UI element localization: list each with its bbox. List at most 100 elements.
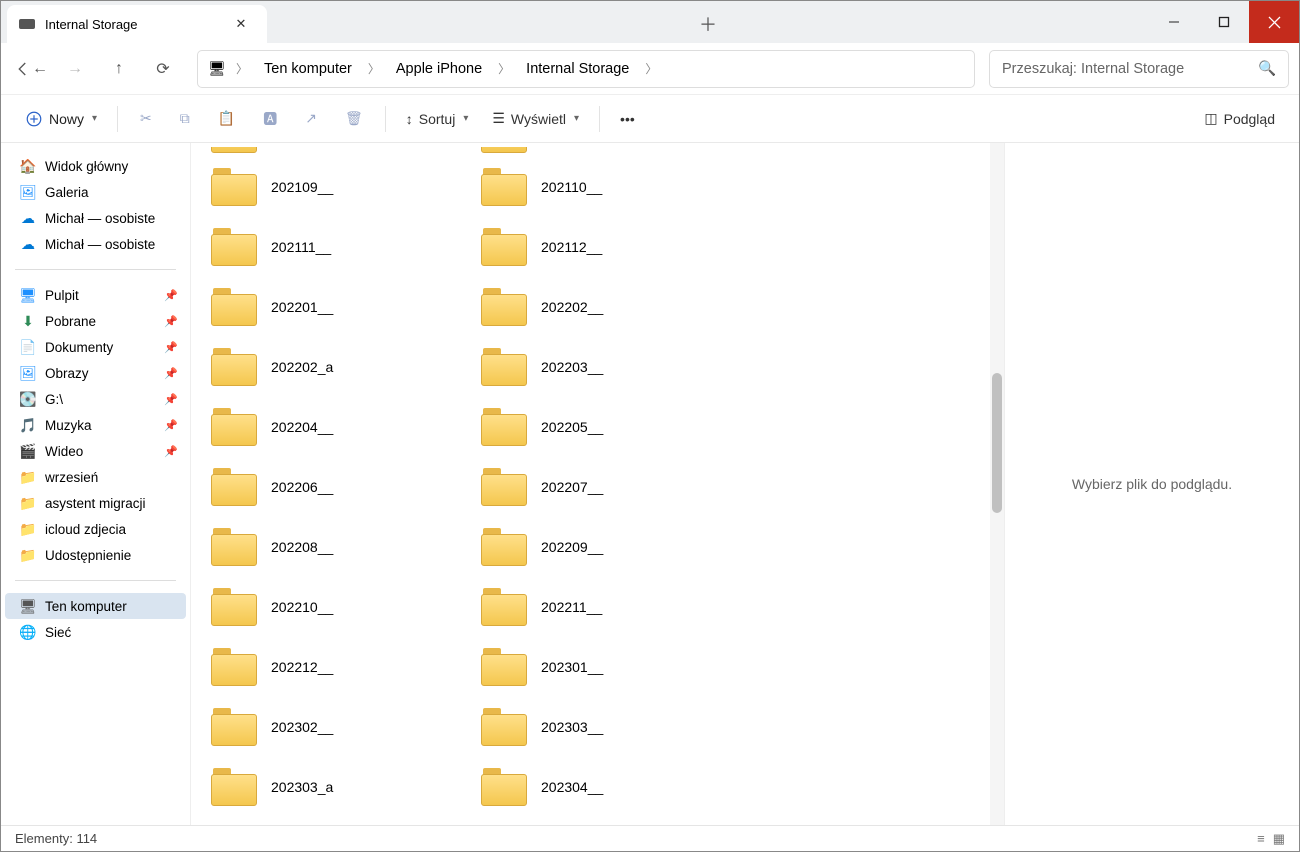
close-tab-icon[interactable]: ✕ <box>227 10 255 38</box>
maximize-button[interactable] <box>1199 1 1249 43</box>
folder-name: 202212__ <box>271 659 333 675</box>
nav-bar: ← → ↑ ⟳ 🖥 〉 Ten komputer 〉 Apple iPhone … <box>1 43 1299 95</box>
pin-icon: 📌 <box>164 315 178 328</box>
app-icon <box>19 19 35 29</box>
folder-icon <box>211 288 257 326</box>
breadcrumb-item[interactable]: Internal Storage <box>520 59 635 79</box>
thumbnails-view-button[interactable]: ▦ <box>1273 831 1285 847</box>
folder-item[interactable]: 202212__ <box>211 637 481 697</box>
more-button[interactable]: ••• <box>610 107 645 131</box>
sidebar-item-micha-osobiste[interactable]: ☁Michał — osobiste <box>5 205 186 231</box>
status-bar: Elementy: 114 ≡ ▦ <box>1 825 1299 851</box>
sidebar-item-wideo[interactable]: 🎬Wideo📌 <box>5 438 186 464</box>
folder-name: 202202_a <box>271 359 333 375</box>
folder-item[interactable]: 202303__ <box>481 697 751 757</box>
rename-button[interactable]: 🅰 <box>251 105 289 133</box>
folder-item[interactable]: 202207__ <box>481 457 751 517</box>
folder-item[interactable]: 202201__ <box>211 277 481 337</box>
folder-item[interactable]: 202111__ <box>211 217 481 277</box>
folder-item[interactable]: 202211__ <box>481 577 751 637</box>
delete-button[interactable]: 🗑 <box>333 106 375 131</box>
doc-icon: 📄 <box>19 338 37 356</box>
chevron-right-icon[interactable]: 〉 <box>362 60 386 77</box>
sidebar-item-pobrane[interactable]: ⬇Pobrane📌 <box>5 308 186 334</box>
chevron-right-icon[interactable]: 〉 <box>230 60 254 77</box>
forward-button[interactable]: → <box>55 51 95 87</box>
minimize-button[interactable] <box>1149 1 1199 43</box>
chevron-down-icon: ▾ <box>463 113 468 124</box>
copy-button[interactable]: ⧉ <box>168 106 202 131</box>
sidebar-item-udost-pnienie[interactable]: 📁Udostępnienie <box>5 542 186 568</box>
address-bar[interactable]: 🖥 〉 Ten komputer 〉 Apple iPhone 〉 Intern… <box>197 50 975 88</box>
folder-item[interactable]: 202304__ <box>481 757 751 817</box>
scrollbar[interactable] <box>990 143 1004 825</box>
sidebar-item-icloud-zdjecia[interactable]: 📁 icloud zdjecia <box>5 516 186 542</box>
cut-button[interactable]: ✂ <box>128 106 164 131</box>
search-input[interactable]: Przeszukaj: Internal Storage 🔍 <box>989 50 1289 88</box>
sidebar-item-ten-komputer[interactable]: 🖥Ten komputer <box>5 593 186 619</box>
folder-item[interactable]: 202206__ <box>211 457 481 517</box>
folder-icon <box>211 768 257 806</box>
folder-item[interactable]: 202203__ <box>481 337 751 397</box>
preview-icon: ◫ <box>1204 110 1217 127</box>
paste-button[interactable]: 📋 <box>206 106 247 131</box>
chevron-right-icon[interactable]: 〉 <box>639 60 663 77</box>
folder-item[interactable]: 202303_a <box>211 757 481 817</box>
breadcrumb-item[interactable]: Ten komputer <box>258 59 358 79</box>
back-button[interactable]: ← <box>11 51 51 87</box>
folder-item[interactable]: 202301__ <box>481 637 751 697</box>
sidebar-item-obrazy[interactable]: 🖼Obrazy📌 <box>5 360 186 386</box>
preview-toggle-button[interactable]: ◫ Podgląd <box>1194 106 1285 131</box>
new-button[interactable]: Nowy ▾ <box>15 106 107 132</box>
folder-icon <box>481 408 527 446</box>
pin-icon: 📌 <box>164 341 178 354</box>
sidebar-item-muzyka[interactable]: 🎵Muzyka📌 <box>5 412 186 438</box>
sidebar-item-pulpit[interactable]: 🖥Pulpit📌 <box>5 282 186 308</box>
folder-item[interactable]: 202209__ <box>481 517 751 577</box>
sidebar-item-asystent-migracji[interactable]: 📁asystent migracji <box>5 490 186 516</box>
folder-name: 202109__ <box>271 179 333 195</box>
close-window-button[interactable] <box>1249 1 1299 43</box>
share-button[interactable]: ↗ <box>293 106 329 131</box>
folder-item[interactable]: 202302__ <box>211 697 481 757</box>
sidebar-item-g-[interactable]: 💽G:\📌 <box>5 386 186 412</box>
breadcrumb-item[interactable]: Apple iPhone <box>390 59 488 79</box>
view-button[interactable]: ☰ Wyświetl ▾ <box>482 106 589 131</box>
folder-name: 202201__ <box>271 299 333 315</box>
folder-grid[interactable]: 202109__ 202110__ 202111__ 202112__ 202201__… <box>191 143 990 825</box>
new-tab-button[interactable]: ＋ <box>688 5 728 43</box>
folder-name: 202202__ <box>541 299 603 315</box>
pic-icon: 🖼 <box>19 364 37 382</box>
sidebar-item-wrzesie-[interactable]: 📁wrzesień <box>5 464 186 490</box>
sidebar-item-micha-osobiste[interactable]: ☁Michał — osobiste <box>5 231 186 257</box>
folder-icon: 📁 <box>19 520 37 538</box>
chevron-right-icon[interactable]: 〉 <box>492 60 516 77</box>
folder-icon <box>211 648 257 686</box>
sidebar-item-label: icloud zdjecia <box>45 522 126 537</box>
folder-item[interactable]: 202202_a <box>211 337 481 397</box>
folder-item[interactable]: 202205__ <box>481 397 751 457</box>
folder-item[interactable]: 202109__ <box>211 157 481 217</box>
sort-button[interactable]: ↕ Sortuj ▾ <box>396 107 479 131</box>
refresh-button[interactable]: ⟳ <box>143 51 183 87</box>
browser-tab[interactable]: Internal Storage ✕ <box>7 5 267 43</box>
folder-icon <box>211 468 257 506</box>
up-button[interactable]: ↑ <box>99 51 139 87</box>
sidebar-item-dokumenty[interactable]: 📄Dokumenty📌 <box>5 334 186 360</box>
folder-item[interactable]: 202208__ <box>211 517 481 577</box>
folder-name: 202205__ <box>541 419 603 435</box>
folder-item[interactable]: 202112__ <box>481 217 751 277</box>
folder-item[interactable]: 202204__ <box>211 397 481 457</box>
folder-name: 202111__ <box>271 239 331 255</box>
folder-item[interactable]: 202202__ <box>481 277 751 337</box>
sidebar-item-sie-[interactable]: 🌐Sieć <box>5 619 186 645</box>
details-view-button[interactable]: ≡ <box>1257 831 1265 847</box>
sidebar-item-label: Wideo <box>45 444 83 459</box>
scrollbar-thumb[interactable] <box>992 373 1002 513</box>
folder-item[interactable]: 202110__ <box>481 157 751 217</box>
sidebar-item-widok-g-wny[interactable]: 🏠Widok główny <box>5 153 186 179</box>
folder-icon <box>211 348 257 386</box>
sidebar-item-galeria[interactable]: 🖼Galeria <box>5 179 186 205</box>
folder-item[interactable]: 202210__ <box>211 577 481 637</box>
folder-name: 202209__ <box>541 539 603 555</box>
